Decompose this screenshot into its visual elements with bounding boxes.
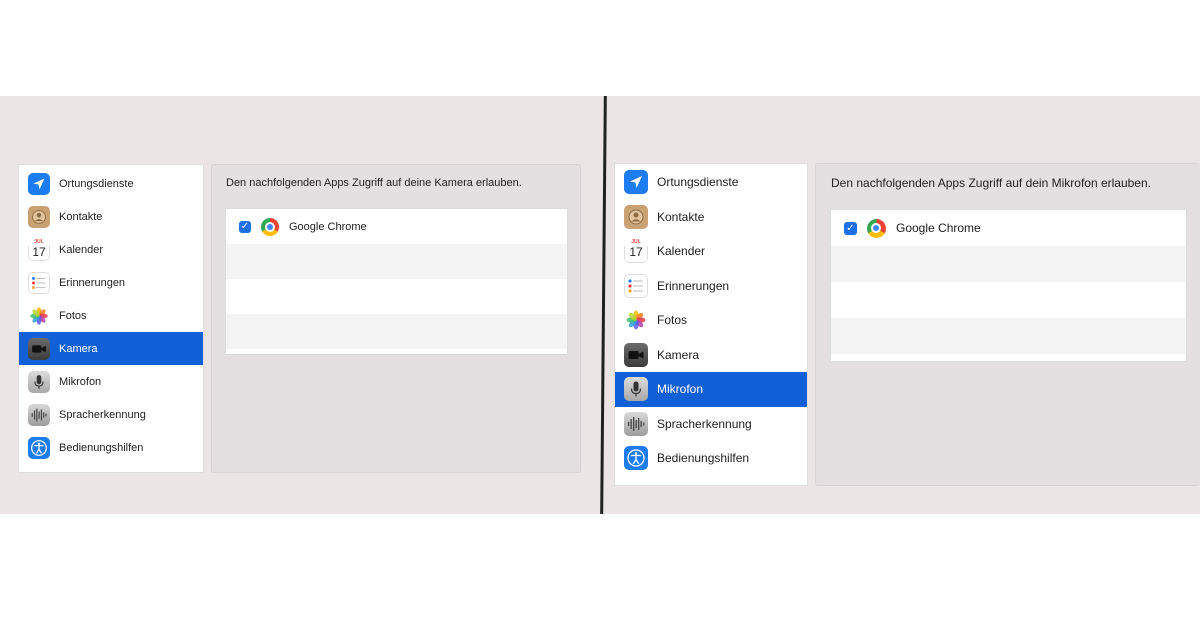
camera-icon bbox=[624, 342, 648, 367]
sidebar-item-label: Kamera bbox=[657, 347, 700, 362]
sidebar-item-bedienungshilfen[interactable]: Bedienungshilfen bbox=[615, 441, 807, 476]
empty-row bbox=[831, 246, 1186, 282]
app-row[interactable]: ✓ Google Chrome bbox=[831, 210, 1186, 246]
sidebar-item-label: Spracherkennung bbox=[657, 416, 752, 431]
chrome-icon bbox=[867, 218, 886, 238]
app-row[interactable]: ✓ Google Chrome bbox=[226, 209, 567, 244]
sidebar-item-fotos[interactable]: Fotos bbox=[19, 299, 203, 332]
sidebar-item-label: Mikrofon bbox=[59, 375, 102, 388]
sidebar-item-ortungsdienste[interactable]: Ortungsdienste bbox=[615, 165, 807, 200]
sidebar-item-label: Bedienungshilfen bbox=[59, 441, 144, 454]
empty-row bbox=[831, 318, 1186, 354]
permissions-content: Den nachfolgenden Apps Zugriff auf dein … bbox=[815, 163, 1200, 486]
sidebar-item-label: Kontakte bbox=[59, 210, 103, 223]
app-permission-checkbox[interactable]: ✓ bbox=[844, 221, 857, 235]
chrome-icon bbox=[261, 217, 279, 236]
location-arrow-icon bbox=[28, 172, 50, 195]
empty-row bbox=[226, 279, 567, 314]
sidebar-item-kamera[interactable]: Kamera bbox=[615, 338, 807, 373]
empty-row bbox=[226, 244, 567, 279]
calendar-icon: JUL 17 bbox=[28, 238, 50, 261]
photos-icon bbox=[28, 304, 50, 327]
sidebar-item-kalender[interactable]: JUL 17 Kalender bbox=[19, 233, 203, 266]
sidebar-item-spracherkennung[interactable]: Spracherkennung bbox=[19, 398, 203, 431]
sidebar-item-label: Spracherkennung bbox=[59, 408, 146, 421]
sidebar-item-label: Mikrofon bbox=[657, 382, 704, 397]
sidebar-item-label: Erinnerungen bbox=[657, 278, 730, 293]
sidebar-item-kontakte[interactable]: Kontakte bbox=[615, 200, 807, 235]
permissions-content: Den nachfolgenden Apps Zugriff auf deine… bbox=[211, 164, 581, 473]
sidebar-item-kontakte[interactable]: Kontakte bbox=[19, 200, 203, 233]
reminders-icon bbox=[28, 271, 50, 294]
sidebar-item-mikrofon[interactable]: Mikrofon bbox=[19, 365, 203, 398]
permissions-description: Den nachfolgenden Apps Zugriff auf deine… bbox=[226, 177, 522, 189]
contacts-icon bbox=[624, 204, 648, 229]
sidebar-item-ortungsdienste[interactable]: Ortungsdienste bbox=[19, 167, 203, 200]
microphone-icon bbox=[624, 377, 648, 402]
permissions-description: Den nachfolgenden Apps Zugriff auf dein … bbox=[831, 176, 1151, 190]
app-list: ✓ Google Chrome bbox=[225, 208, 568, 355]
sidebar-item-label: Fotos bbox=[657, 313, 688, 328]
app-permission-checkbox[interactable]: ✓ bbox=[239, 220, 251, 233]
speech-recognition-icon bbox=[28, 403, 50, 426]
sidebar-item-erinnerungen[interactable]: Erinnerungen bbox=[19, 266, 203, 299]
microphone-icon bbox=[28, 370, 50, 393]
sidebar-item-label: Ortungsdienste bbox=[59, 177, 134, 190]
sidebar-item-kamera[interactable]: Kamera bbox=[19, 332, 203, 365]
camera-icon bbox=[28, 337, 50, 360]
sidebar-item-bedienungshilfen[interactable]: Bedienungshilfen bbox=[19, 431, 203, 464]
sidebar-item-label: Kamera bbox=[59, 342, 98, 355]
sidebar-item-label: Erinnerungen bbox=[59, 276, 126, 289]
sidebar-item-label: Ortungsdienste bbox=[657, 175, 739, 190]
sidebar-item-kalender[interactable]: JUL 17 Kalender bbox=[615, 234, 807, 269]
sidebar-item-label: Kontakte bbox=[657, 209, 705, 224]
sidebar-item-erinnerungen[interactable]: Erinnerungen bbox=[615, 269, 807, 304]
sidebar-item-label: Kalender bbox=[59, 243, 104, 256]
contacts-icon bbox=[28, 205, 50, 228]
empty-row bbox=[831, 282, 1186, 318]
calendar-icon: JUL 17 bbox=[624, 239, 648, 264]
app-list: ✓ Google Chrome bbox=[830, 209, 1187, 362]
sidebar-item-label: Bedienungshilfen bbox=[657, 451, 750, 466]
sidebar-item-mikrofon[interactable]: Mikrofon bbox=[615, 372, 807, 407]
location-arrow-icon bbox=[624, 170, 648, 195]
sidebar-item-spracherkennung[interactable]: Spracherkennung bbox=[615, 407, 807, 442]
sidebar-item-label: Fotos bbox=[59, 309, 87, 322]
privacy-sidebar: Ortungsdienste Kontakte JUL 17 Kalender Erinn… bbox=[18, 164, 204, 473]
accessibility-icon bbox=[624, 446, 648, 471]
app-name: Google Chrome bbox=[896, 221, 981, 235]
sidebar-item-fotos[interactable]: Fotos bbox=[615, 303, 807, 338]
app-name: Google Chrome bbox=[289, 220, 367, 233]
reminders-icon bbox=[624, 273, 648, 298]
accessibility-icon bbox=[28, 436, 50, 459]
photos-icon bbox=[624, 308, 648, 333]
empty-row bbox=[226, 314, 567, 349]
privacy-sidebar: Ortungsdienste Kontakte JUL 17 Kalender Erinn… bbox=[614, 163, 808, 486]
sidebar-item-label: Kalender bbox=[657, 244, 706, 259]
speech-recognition-icon bbox=[624, 411, 648, 436]
